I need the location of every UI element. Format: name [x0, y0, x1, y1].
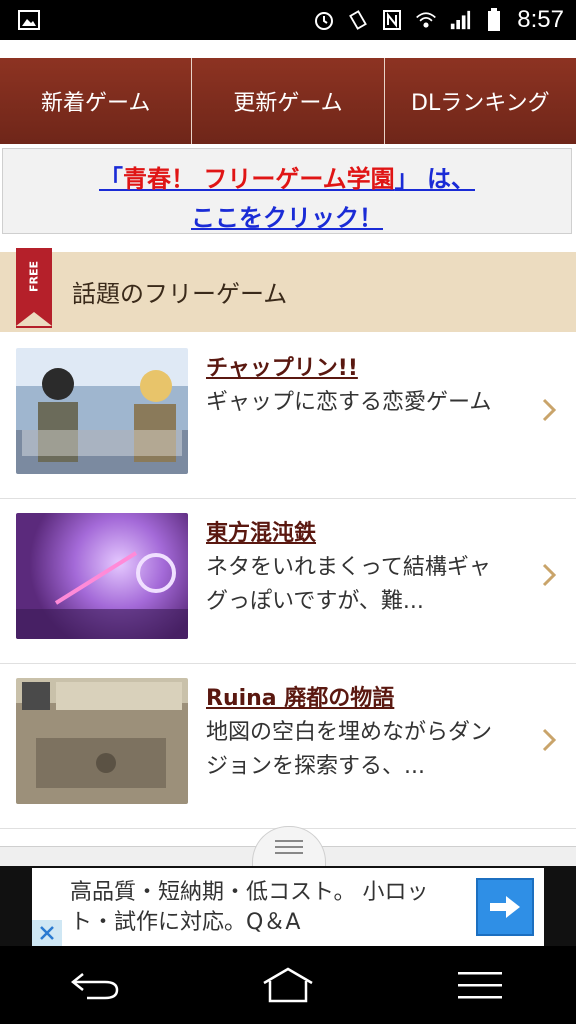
ribbon-label: FREE: [27, 261, 41, 293]
back-button[interactable]: [61, 962, 131, 1008]
promo-click-link[interactable]: ここをクリック！: [3, 198, 571, 233]
wifi-icon: [415, 9, 437, 31]
ad-text: 高品質・短納期・低コスト。 小ロット・試作に対応。Q＆A: [70, 880, 429, 935]
home-button[interactable]: [253, 962, 323, 1008]
list-item[interactable]: Ruina 廃都の物語 地図の空白を埋めながらダンジョンを探索する、...: [0, 664, 576, 829]
promo-suffix: 」 は、: [394, 165, 475, 193]
section-title: 話題のフリーゲーム: [72, 280, 288, 308]
ad-arrow-button[interactable]: [476, 878, 534, 936]
status-bar: 8:57: [0, 0, 576, 40]
game-description: ネタをいれまくって結構ギャグっぽいですが、難...: [206, 555, 491, 614]
section-header: FREE 話題のフリーゲーム: [0, 248, 576, 332]
ribbon-notch: [16, 312, 52, 326]
ad-close-button[interactable]: [32, 920, 62, 946]
battery-icon: [483, 8, 505, 31]
chevron-right-icon: [542, 398, 557, 422]
menu-icon: [458, 972, 502, 999]
chevron-right-icon: [542, 728, 557, 752]
game-title[interactable]: チャップリン!!: [206, 350, 358, 382]
promo-prefix: 「: [99, 165, 123, 193]
menu-button[interactable]: [445, 962, 515, 1008]
tab-new-games[interactable]: 新着ゲーム: [0, 58, 192, 144]
gallery-icon: [18, 9, 40, 31]
game-description: 地図の空白を埋めながらダンジョンを探索する、...: [206, 720, 493, 779]
game-thumbnail: [16, 348, 188, 474]
promo-banner[interactable]: 「青春！ フリーゲーム学園」 は、 ここをクリック！: [2, 148, 572, 234]
menu-lines-icon: [275, 840, 303, 854]
ad-content[interactable]: 高品質・短納期・低コスト。 小ロット・試作に対応。Q＆A: [32, 868, 544, 946]
game-title[interactable]: Ruina 廃都の物語: [206, 680, 394, 712]
promo-highlight: 青春！ フリーゲーム学園: [123, 165, 395, 193]
list-item[interactable]: 東方混沌鉄 ネタをいれまくって結構ギャグっぽいですが、難...: [0, 499, 576, 664]
game-description: ギャップに恋する恋愛ゲーム: [206, 390, 492, 415]
promo-line1[interactable]: 「青春！ フリーゲーム学園」 は、: [3, 159, 571, 194]
ad-handle[interactable]: [252, 826, 326, 867]
tab-dl-ranking[interactable]: DLランキング: [383, 58, 576, 144]
home-icon: [263, 967, 313, 1003]
ad-banner[interactable]: 高品質・短納期・低コスト。 小ロット・試作に対応。Q＆A: [0, 866, 576, 946]
game-thumbnail: [16, 513, 188, 639]
game-title[interactable]: 東方混沌鉄: [206, 515, 316, 547]
game-thumbnail: [16, 678, 188, 804]
alarm-icon: [313, 9, 335, 31]
tab-updated-games[interactable]: 更新ゲーム: [191, 58, 384, 144]
close-icon: [40, 926, 54, 940]
status-time: 8:57: [517, 6, 564, 33]
signal-icon: [449, 9, 471, 31]
game-list: チャップリン!! ギャップに恋する恋愛ゲーム 東方混沌鉄 ネタをいれまくって結構…: [0, 334, 576, 829]
list-item[interactable]: チャップリン!! ギャップに恋する恋愛ゲーム: [0, 334, 576, 499]
vibrate-icon: [347, 9, 369, 31]
system-nav-bar: [0, 946, 576, 1024]
chevron-right-icon: [542, 563, 557, 587]
back-icon: [70, 973, 119, 1000]
arrow-right-icon: [490, 896, 520, 918]
top-nav: 新着ゲーム 更新ゲーム DLランキング: [0, 58, 576, 144]
nfc-icon: [381, 9, 403, 31]
